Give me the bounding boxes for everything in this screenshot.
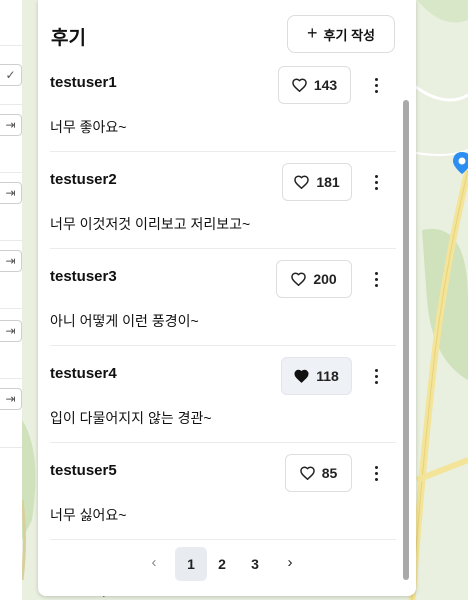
enter-icon[interactable]: ⇥ <box>0 182 22 204</box>
divider <box>0 378 22 379</box>
like-button[interactable]: 85 <box>285 454 352 492</box>
page-button-2[interactable]: 2 <box>206 547 238 581</box>
divider <box>0 104 22 105</box>
review-username: testuser5 <box>50 462 117 479</box>
review-username: testuser1 <box>50 74 117 91</box>
like-count: 85 <box>321 465 338 481</box>
like-button-active[interactable]: 118 <box>281 357 352 395</box>
write-review-label: 후기 작성 <box>323 27 375 43</box>
like-button[interactable]: 143 <box>278 66 351 104</box>
enter-icon[interactable]: ⇥ <box>0 320 22 342</box>
review-item: testuser4 118 입이 다물어지지 않는 경관~ <box>50 345 396 443</box>
enter-icon[interactable]: ⇥ <box>0 388 22 410</box>
like-count: 143 <box>313 77 338 93</box>
like-count: 118 <box>316 368 339 384</box>
heart-outline-icon <box>291 272 307 286</box>
more-options-icon[interactable] <box>366 268 386 290</box>
heart-outline-icon <box>294 175 310 189</box>
divider <box>0 172 22 173</box>
scrollbar[interactable] <box>403 100 409 580</box>
review-item: testuser5 85 너무 싫어요~ <box>50 442 396 540</box>
more-options-icon[interactable] <box>366 74 386 96</box>
like-count: 181 <box>316 174 340 190</box>
heart-outline-icon <box>299 466 315 480</box>
review-text: 아니 어떻게 이런 풍경이~ <box>50 313 199 329</box>
divider <box>0 240 22 241</box>
pagination: ‹ 1 2 3 › <box>38 545 416 583</box>
enter-icon[interactable]: ⇥ <box>0 250 22 272</box>
divider <box>0 45 22 46</box>
page-button-3[interactable]: 3 <box>239 547 271 581</box>
review-text: 너무 싫어요~ <box>50 507 127 523</box>
divider <box>0 447 22 448</box>
more-options-icon[interactable] <box>366 171 386 193</box>
like-count: 200 <box>313 271 337 287</box>
more-options-icon[interactable] <box>366 462 386 484</box>
map-marker-icon[interactable] <box>453 152 468 174</box>
panel-title: 후기 <box>51 28 86 49</box>
review-item: testuser3 200 아니 어떻게 이런 풍경이~ <box>50 248 396 346</box>
heart-filled-icon <box>294 369 309 383</box>
like-button[interactable]: 181 <box>282 163 352 201</box>
prev-page-icon[interactable]: ‹ <box>144 554 164 571</box>
left-sidebar: ✓ ⇥ ⇥ ⇥ ⇥ ⇥ <box>0 0 23 600</box>
review-username: testuser3 <box>50 268 117 285</box>
next-page-icon[interactable]: › <box>280 554 300 571</box>
review-item: testuser1 143 너무 좋아요~ <box>50 54 396 152</box>
review-username: testuser2 <box>50 171 117 188</box>
review-text: 너무 좋아요~ <box>50 119 127 135</box>
like-button[interactable]: 200 <box>276 260 352 298</box>
review-text: 너무 이것저것 이리보고 저리보고~ <box>50 216 251 232</box>
scrollbar-thumb[interactable] <box>403 100 409 580</box>
divider <box>0 308 22 309</box>
page-button-1[interactable]: 1 <box>175 547 207 581</box>
write-review-button[interactable]: + 후기 작성 <box>287 15 395 53</box>
chevron-icon[interactable]: ✓ <box>0 64 22 86</box>
plus-icon: + <box>307 23 318 43</box>
review-text: 입이 다물어지지 않는 경관~ <box>50 410 212 426</box>
more-options-icon[interactable] <box>366 365 386 387</box>
review-panel: 후기 + 후기 작성 testuser1 143 너무 좋아요~ testuse… <box>38 0 416 596</box>
review-item: testuser2 181 너무 이것저것 이리보고 저리보고~ <box>50 151 396 249</box>
heart-outline-icon <box>291 78 307 92</box>
enter-icon[interactable]: ⇥ <box>0 114 22 136</box>
review-username: testuser4 <box>50 365 117 382</box>
